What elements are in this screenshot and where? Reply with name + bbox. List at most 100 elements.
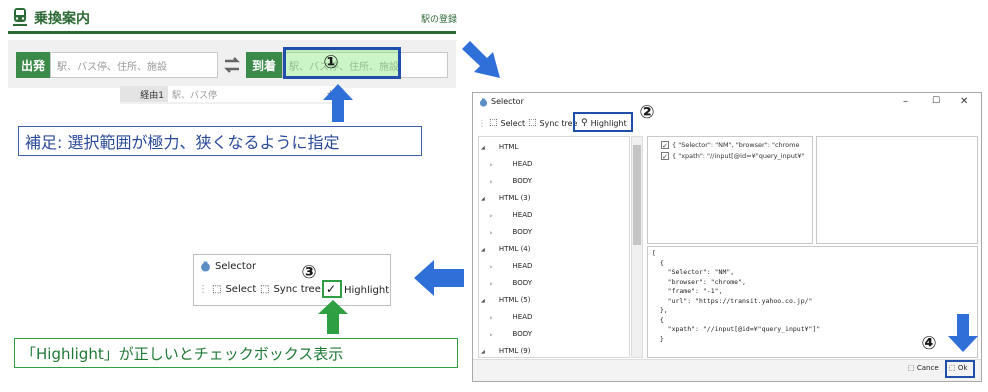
checkbox-2[interactable]: ✓ (661, 152, 669, 161)
toolbar-grip-icon: ⋮ (478, 118, 486, 128)
tree-node[interactable]: ▹ BODY (490, 330, 532, 338)
up-arrow-icon (323, 84, 353, 122)
attribute-2-text: { "xpath": "//input[@id=¥"query_input¥" (672, 152, 805, 160)
tree-node-label: HTML (4) (498, 245, 531, 253)
step-4-marker: ④ (921, 332, 937, 354)
left-arrow-icon (414, 260, 464, 296)
mini-highlight-label[interactable]: Highlight (344, 285, 389, 296)
attribute-1-text: { "Selector": "NM", "browser": "chrome (672, 141, 800, 149)
json-line: [ (652, 249, 656, 257)
expand-icon[interactable]: ▹ (490, 332, 493, 338)
page-title: 乗換案内 (34, 11, 90, 27)
tree-node-label: BODY (512, 228, 532, 236)
tree-node-label: HEAD (512, 313, 533, 321)
tree-node[interactable]: ▹ HEAD (490, 313, 532, 321)
swap-icon[interactable] (222, 54, 242, 76)
step-2-marker: ② (639, 101, 655, 123)
mini-window-title: Selector (215, 261, 257, 272)
tree-node-label: HEAD (512, 160, 533, 168)
close-button[interactable]: ✕ (960, 96, 968, 107)
scrollbar-thumb[interactable] (633, 145, 641, 245)
collapse-icon[interactable]: ◢ (481, 145, 485, 151)
via-placeholder: 駅、バス停 (172, 90, 218, 101)
mini-select-button[interactable]: ⋮ ⬚ Select (198, 284, 256, 295)
from-label: 出発 (16, 52, 50, 78)
expand-icon[interactable]: ▹ (490, 213, 493, 219)
cursor-icon: ⬚ (908, 364, 915, 372)
expand-icon[interactable]: ▹ (490, 264, 493, 270)
cancel-button[interactable]: ⬚ Cance (908, 364, 939, 372)
title-divider (8, 31, 456, 34)
toolbar-select-label: Select (500, 118, 526, 128)
highlight-box-check (322, 280, 342, 298)
cancel-label: Cance (916, 364, 939, 372)
tree-node[interactable]: ▹ BODY (490, 228, 532, 236)
up-arrow-icon (318, 300, 348, 334)
collapse-icon[interactable]: ◢ (481, 349, 485, 355)
tree-node[interactable]: ▹ HEAD (490, 211, 532, 219)
tree-node-label: BODY (512, 279, 532, 287)
tree-node[interactable]: ▹ HEAD (490, 160, 532, 168)
toolbar-select-button[interactable]: ⋮ ⬚ Select (478, 118, 525, 128)
tree-node[interactable]: ▹ BODY (490, 279, 532, 287)
expand-icon[interactable]: ▹ (490, 162, 493, 168)
mini-sync-tree-label: Sync tree (273, 284, 321, 295)
cursor-icon: ⬚ (528, 118, 537, 128)
json-line: { (652, 258, 664, 267)
tree-node-label: HEAD (512, 211, 533, 219)
tree-node[interactable]: ◢ HTML (481, 143, 518, 151)
tree-node-label: BODY (512, 330, 532, 338)
tree-node[interactable]: ◢ HTML (4) (481, 245, 530, 253)
highlight-box-toolbar (573, 112, 633, 132)
app-icon (479, 98, 488, 107)
tree-node-label: HTML (9) (498, 347, 531, 355)
json-line: "browser": "chrome", (652, 277, 746, 286)
json-line: }, (652, 306, 668, 314)
checkbox-1[interactable]: ✓ (661, 141, 669, 150)
window-title: Selector (491, 97, 524, 106)
maximize-button[interactable]: ☐ (932, 96, 940, 106)
expand-icon[interactable]: ▹ (490, 230, 493, 236)
diagonal-arrow-icon (462, 41, 500, 78)
toolbar-grip-icon: ⋮ (198, 284, 208, 295)
from-input[interactable]: 駅、バス停、住所、施設 (50, 52, 218, 78)
json-line: "Selector": "NM", (652, 268, 735, 276)
window-footer (473, 359, 981, 381)
step-1-marker: ① (323, 51, 339, 73)
via-label: 経由1 (120, 86, 168, 102)
json-line: "url": "https://transit.yahoo.co.jp/" (652, 296, 813, 305)
toolbar-sync-tree-label: Sync tree (539, 118, 578, 128)
down-arrow-icon (948, 314, 978, 352)
note-top: 補足: 選択範囲が極力、狭くなるように指定 (18, 126, 422, 156)
tree-node[interactable]: ▹ BODY (490, 177, 532, 185)
toolbar-sync-tree-button[interactable]: ⬚ Sync tree (528, 118, 577, 128)
app-icon (201, 261, 210, 272)
to-label: 到着 (246, 52, 282, 78)
via-input[interactable]: 駅、バス停+ (168, 86, 338, 102)
tree-node[interactable]: ▹ HEAD (490, 262, 532, 270)
json-line: { (652, 315, 664, 324)
tree-node-label: HTML (5) (498, 296, 531, 304)
tree-node-label: BODY (512, 177, 532, 185)
tree-node[interactable]: ◢ HTML (9) (481, 347, 530, 355)
tree-node-label: HTML (3) (498, 194, 531, 202)
preview-pane (816, 136, 978, 244)
cursor-icon: ⬚ (489, 118, 498, 128)
expand-icon[interactable]: ▹ (490, 179, 493, 185)
tree-scrollbar[interactable] (631, 136, 643, 358)
cursor-icon: ⬚ (260, 284, 270, 295)
mini-sync-tree-button[interactable]: ⬚ Sync tree (260, 284, 321, 295)
register-station-link[interactable]: 駅の登録 (421, 12, 457, 25)
expand-icon[interactable]: ▹ (490, 281, 493, 287)
tree-node[interactable]: ◢ HTML (3) (481, 194, 530, 202)
tree-node[interactable]: ◢ HTML (5) (481, 296, 530, 304)
json-line: "frame": "-1", (652, 287, 723, 295)
minimize-button[interactable]: – (903, 96, 908, 107)
expand-icon[interactable]: ▹ (490, 315, 493, 321)
collapse-icon[interactable]: ◢ (481, 298, 485, 304)
collapse-icon[interactable]: ◢ (481, 247, 485, 253)
collapse-icon[interactable]: ◢ (481, 196, 485, 202)
step-3-marker: ③ (301, 261, 317, 283)
mini-select-label: Select (225, 284, 257, 295)
tree-node-label: HEAD (512, 262, 533, 270)
